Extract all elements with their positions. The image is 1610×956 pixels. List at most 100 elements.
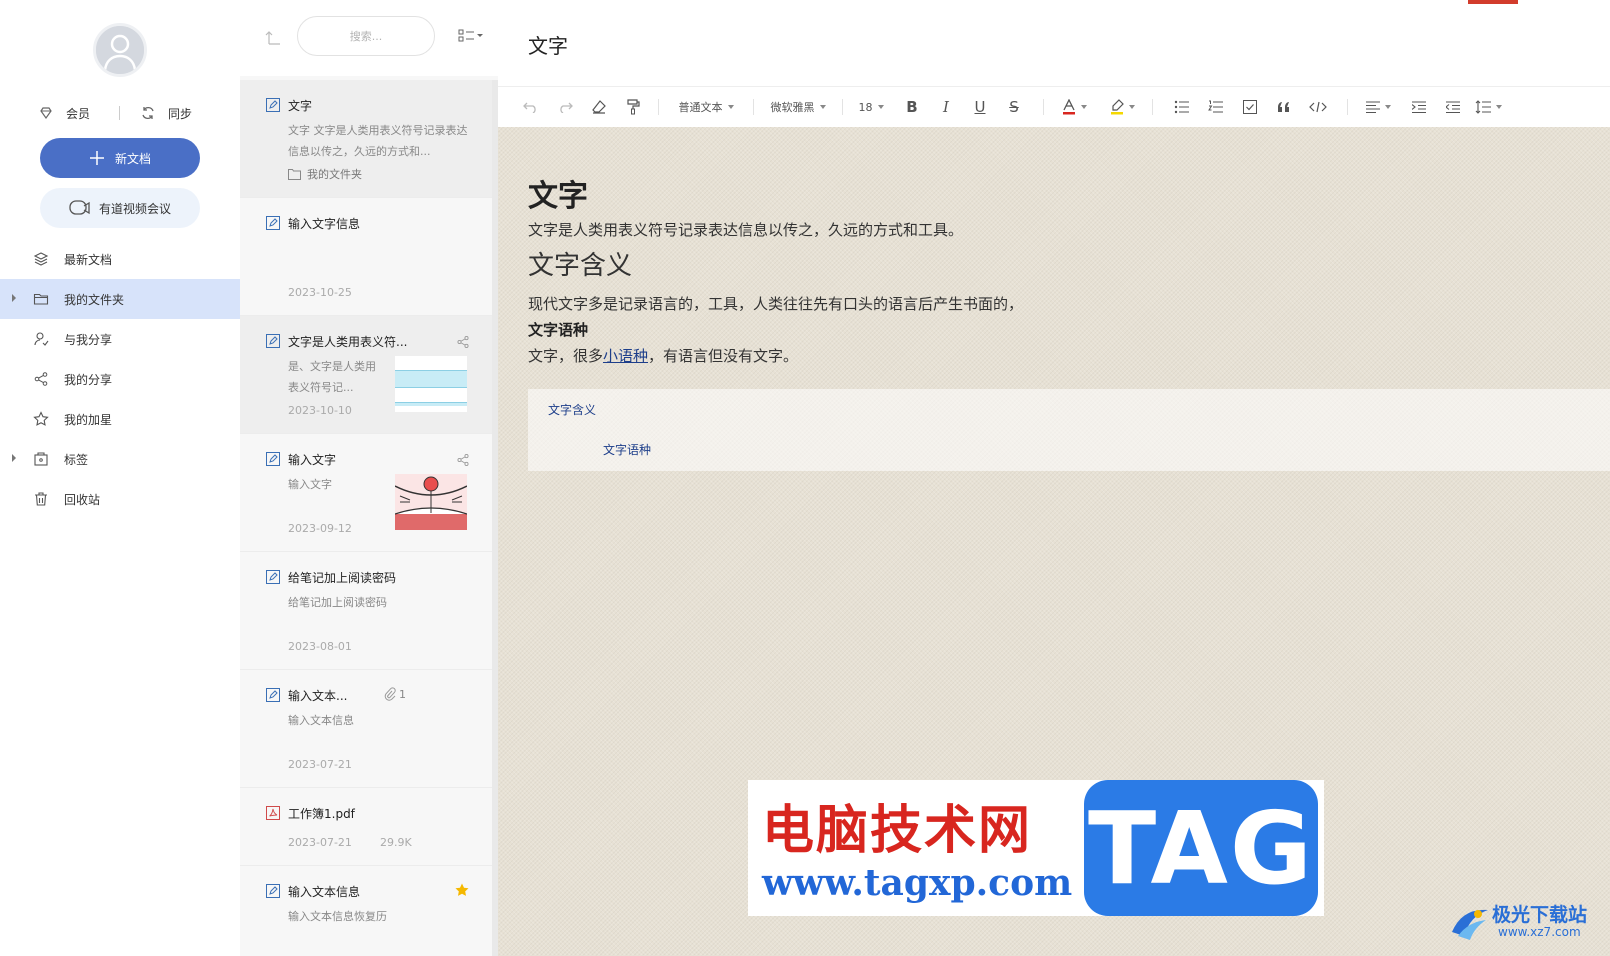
note-list-item[interactable]: 输入文本信息 输入文本信息恢复历 <box>240 866 492 956</box>
note-folder: 我的文件夹 <box>288 166 362 182</box>
italic-icon: I <box>943 98 949 116</box>
toc-item[interactable]: 文字含义 <box>548 401 596 418</box>
bullet-list-button[interactable] <box>1165 94 1199 120</box>
expand-caret-icon[interactable] <box>12 294 16 302</box>
note-date: 2023-10-25 <box>288 286 352 299</box>
note-thumbnail <box>395 356 467 412</box>
heading-3[interactable]: 文字语种 <box>528 317 1608 343</box>
user-icon <box>96 26 144 74</box>
font-size-dropdown[interactable]: 18 <box>855 94 887 120</box>
heading-1[interactable]: 文字 <box>528 177 1608 217</box>
video-meeting-button[interactable]: 有道视频会议 <box>40 188 200 228</box>
align-dropdown[interactable] <box>1360 94 1396 120</box>
sidebar-item-trash[interactable]: 回收站 <box>0 479 240 519</box>
pdf-file-icon <box>266 806 280 820</box>
avatar[interactable] <box>93 23 147 77</box>
vip-label: 会员 <box>66 106 91 121</box>
note-list-item[interactable]: 文字 文字 文字是人类用表义符号记录表达信息以传之，久远的方式和... 我的文件… <box>240 80 492 198</box>
chevron-down-icon <box>727 105 734 109</box>
format-painter-icon <box>627 99 640 115</box>
note-list-item[interactable]: 输入文字 输入文字 2023-09-12 <box>240 434 492 552</box>
format-painter-button[interactable] <box>620 94 646 120</box>
sync-icon <box>142 106 154 120</box>
note-title: 输入文字信息 <box>288 217 361 231</box>
note-summary: 文字 文字是人类用表义符号记录表达信息以传之，久远的方式和... <box>288 124 468 158</box>
indent-button[interactable] <box>1402 94 1436 120</box>
inline-link[interactable]: 小语种 <box>603 347 648 365</box>
strikethrough-button[interactable]: S <box>997 94 1031 120</box>
quote-button[interactable] <box>1267 94 1301 120</box>
note-list-item[interactable]: 工作簿1.pdf 2023-07-21 29.9K <box>240 788 492 866</box>
paragraph-with-link[interactable]: 文字，很多小语种，有语言但没有文字。 <box>528 343 1608 369</box>
undo-button[interactable] <box>518 94 544 120</box>
attachment-count-value: 1 <box>399 687 406 701</box>
sidebar-item-recent[interactable]: 最新文档 <box>0 239 240 279</box>
underline-button[interactable]: U <box>963 94 997 120</box>
trash-icon <box>32 490 50 508</box>
note-list-item[interactable]: 文字是人类用表义符... 是、文字是人类用表义符号记... 2023-10-10 <box>240 316 492 434</box>
note-summary: 是、文字是人类用表义符号记... <box>288 360 376 394</box>
search-input[interactable]: 搜索... <box>297 16 435 56</box>
starred-icon[interactable] <box>454 882 470 898</box>
toc-item[interactable]: 文字语种 <box>603 441 651 458</box>
sidebar-item-shared-with-me[interactable]: 与我分享 <box>0 319 240 359</box>
sidebar-item-tags[interactable]: 标签 <box>0 439 240 479</box>
vip-button[interactable]: 会员 <box>38 101 90 125</box>
list-view-toggle-icon[interactable] <box>458 28 484 44</box>
note-list-item[interactable]: 输入文字信息 2023-10-25 <box>240 198 492 316</box>
new-document-button[interactable]: 新文档 <box>40 138 200 178</box>
expand-caret-icon[interactable] <box>12 454 16 462</box>
paragraph-style-dropdown[interactable]: 普通文本 <box>671 94 741 120</box>
sync-label: 同步 <box>168 106 193 121</box>
note-list-item[interactable]: 输入文本... 1 输入文本信息 2023-07-21 <box>240 670 492 788</box>
code-button[interactable] <box>1301 94 1335 120</box>
sidebar-item-my-shares[interactable]: 我的分享 <box>0 359 240 399</box>
aurora-logo-icon <box>1452 909 1488 940</box>
chevron-down-icon <box>1080 105 1087 109</box>
sidebar-item-my-folder[interactable]: 我的文件夹 <box>0 279 240 319</box>
note-edit-icon <box>266 452 280 466</box>
italic-button[interactable]: I <box>929 94 963 120</box>
indent-icon <box>1412 101 1426 113</box>
font-color-dropdown[interactable] <box>1056 94 1092 120</box>
document-title[interactable]: 文字 <box>528 30 568 59</box>
document-content[interactable]: 文字 文字是人类用表义符号记录表达信息以传之，久远的方式和工具。 文字含义 现代… <box>528 177 1608 369</box>
highlighter-icon <box>1110 99 1124 115</box>
window-accent-bar <box>1468 0 1518 4</box>
note-edit-icon <box>266 334 280 348</box>
sidebar-item-label: 我的文件夹 <box>64 292 125 307</box>
numbered-list-button[interactable] <box>1199 94 1233 120</box>
highlight-color-dropdown[interactable] <box>1104 94 1140 120</box>
share-icon[interactable] <box>456 335 470 349</box>
shared-with-me-icon <box>32 330 50 348</box>
line-height-icon <box>1475 100 1491 114</box>
paragraph[interactable]: 文字是人类用表义符号记录表达信息以传之，久远的方式和工具。 <box>528 217 1608 243</box>
attachment-count: 1 <box>384 687 406 701</box>
sidebar: 会员 同步 新文档 有道视频会议 最新文档 我的文件夹 与我分享 我的分享 我的… <box>0 0 240 956</box>
bold-button[interactable]: B <box>895 94 929 120</box>
note-list-panel: 搜索... 文字 文字 文字是人类用表义符号记录表达信息以传之，久远的方式和..… <box>240 0 498 956</box>
checklist-button[interactable] <box>1233 94 1267 120</box>
font-family-dropdown[interactable]: 微软雅黑 <box>766 94 830 120</box>
sidebar-item-starred[interactable]: 我的加星 <box>0 399 240 439</box>
strikethrough-icon: S <box>1009 98 1019 116</box>
sidebar-item-label: 标签 <box>64 452 89 467</box>
clear-format-button[interactable] <box>586 94 612 120</box>
share-icon <box>32 370 50 388</box>
share-icon[interactable] <box>456 453 470 467</box>
line-height-dropdown[interactable] <box>1470 94 1506 120</box>
sync-button[interactable]: 同步 <box>140 101 192 125</box>
note-list-item[interactable]: 给笔记加上阅读密码 给笔记加上阅读密码 2023-08-01 <box>240 552 492 670</box>
watermark-url: www.tagxp.com <box>762 862 1073 904</box>
outdent-button[interactable] <box>1436 94 1470 120</box>
chevron-down-icon <box>877 105 884 109</box>
quote-icon <box>1278 102 1289 112</box>
heading-2[interactable]: 文字含义 <box>528 245 1608 287</box>
back-up-icon[interactable] <box>264 28 282 46</box>
diamond-icon <box>40 107 52 120</box>
redo-button[interactable] <box>552 94 578 120</box>
layers-icon <box>32 250 50 268</box>
align-left-icon <box>1365 101 1380 113</box>
sidebar-item-label: 我的加星 <box>64 412 113 427</box>
paragraph[interactable]: 现代文字多是记录语言的，工具，人类往往先有口头的语言后产生书面的， <box>528 291 1608 317</box>
